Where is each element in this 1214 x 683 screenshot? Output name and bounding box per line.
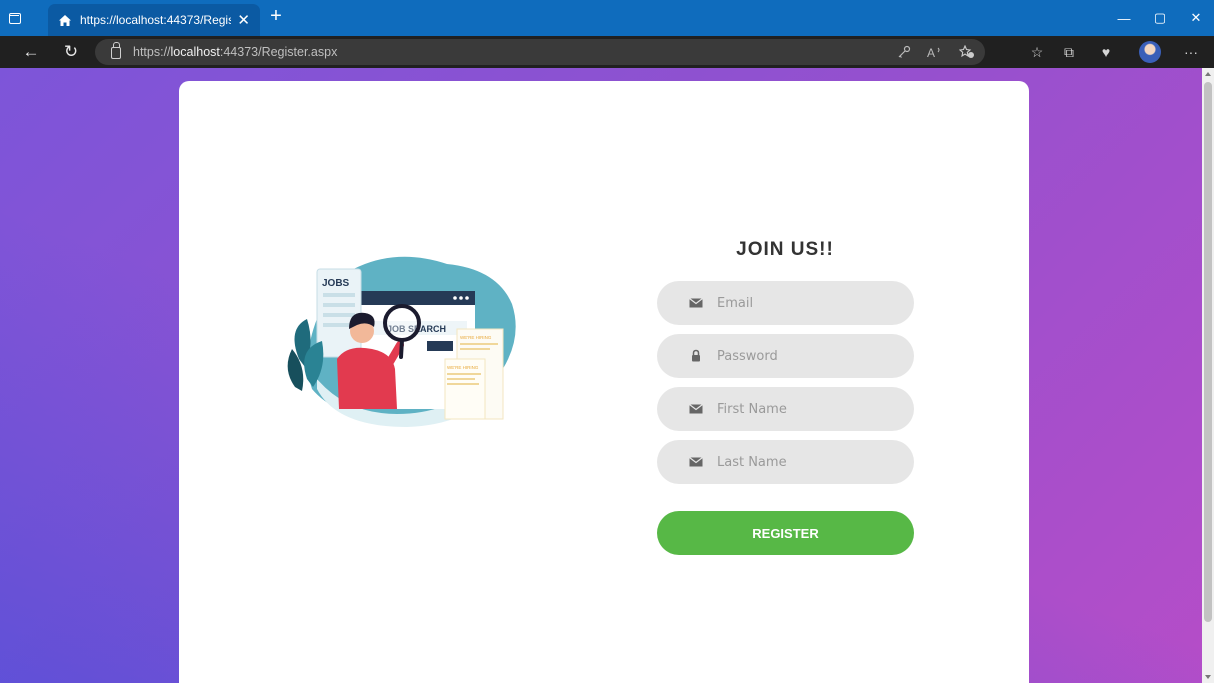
address-bar[interactable]: https://localhost:44373/Register.aspx A — [95, 39, 985, 65]
url-scheme: https:// — [133, 45, 171, 59]
last-name-input[interactable] — [717, 454, 887, 470]
last-name-field[interactable] — [657, 440, 914, 484]
tab-actions-menu-icon[interactable] — [0, 0, 30, 36]
settings-more-icon[interactable]: ··· — [1178, 36, 1204, 68]
page-viewport: JOB SEARCH JOBS WE'RE HIRING WE'RE HIRIN… — [0, 68, 1202, 683]
health-icon[interactable]: ♥ — [1093, 36, 1119, 68]
browser-titlebar: https://localhost:44373/Register. ✕ + — … — [0, 0, 1214, 36]
scrollbar-thumb[interactable] — [1204, 82, 1212, 622]
first-name-field[interactable] — [657, 387, 914, 431]
url-path: :44373/Register.aspx — [219, 45, 338, 59]
close-window-icon[interactable]: ✕ — [1178, 0, 1214, 36]
page-title: JOIN US!! — [736, 239, 834, 260]
url-host: localhost — [170, 45, 220, 59]
lock-icon[interactable] — [111, 42, 121, 59]
restore-icon[interactable]: ▢ — [1142, 0, 1178, 36]
envelope-icon — [689, 298, 703, 308]
new-tab-button[interactable]: + — [265, 6, 287, 28]
window-controls: — ▢ ✕ — [1106, 0, 1214, 36]
jobs-text: JOBS — [322, 278, 350, 289]
refresh-icon[interactable]: ↻ — [56, 36, 86, 68]
envelope-icon — [689, 404, 703, 414]
svg-text:A: A — [927, 46, 935, 59]
browser-tab[interactable]: https://localhost:44373/Register. ✕ — [48, 4, 260, 36]
scroll-down-icon[interactable] — [1205, 675, 1211, 679]
register-card: JOB SEARCH JOBS WE'RE HIRING WE'RE HIRIN… — [179, 81, 1029, 683]
email-input[interactable] — [717, 295, 887, 311]
password-field[interactable] — [657, 334, 914, 378]
tab-close-icon[interactable]: ✕ — [237, 13, 250, 28]
hiring-text-2: WE'RE HIRING — [447, 365, 479, 370]
envelope-icon — [689, 457, 703, 467]
minimize-icon[interactable]: — — [1106, 0, 1142, 36]
email-field[interactable] — [657, 281, 914, 325]
collections-icon[interactable]: ⧉ — [1056, 36, 1082, 68]
home-favicon-icon — [59, 14, 71, 26]
avatar-icon — [1139, 41, 1161, 63]
tab-title: https://localhost:44373/Register. — [80, 13, 232, 27]
scroll-up-icon[interactable] — [1205, 72, 1211, 76]
first-name-input[interactable] — [717, 401, 887, 417]
lock-icon — [692, 349, 700, 362]
back-icon[interactable]: ← — [16, 36, 46, 68]
hiring-text-1: WE'RE HIRING — [460, 335, 492, 340]
address-bar-actions: A — [897, 39, 975, 65]
page-scrollbar[interactable] — [1202, 68, 1214, 683]
key-icon[interactable] — [897, 45, 911, 59]
favorites-icon[interactable]: ☆ — [1024, 36, 1050, 68]
job-search-illustration: JOB SEARCH JOBS WE'RE HIRING WE'RE HIRIN… — [287, 256, 516, 427]
password-input[interactable] — [717, 348, 887, 364]
profile-avatar[interactable] — [1137, 36, 1163, 68]
read-aloud-icon[interactable]: A — [927, 45, 943, 59]
register-button[interactable]: REGISTER — [657, 511, 914, 555]
add-favorite-icon[interactable] — [959, 45, 975, 59]
